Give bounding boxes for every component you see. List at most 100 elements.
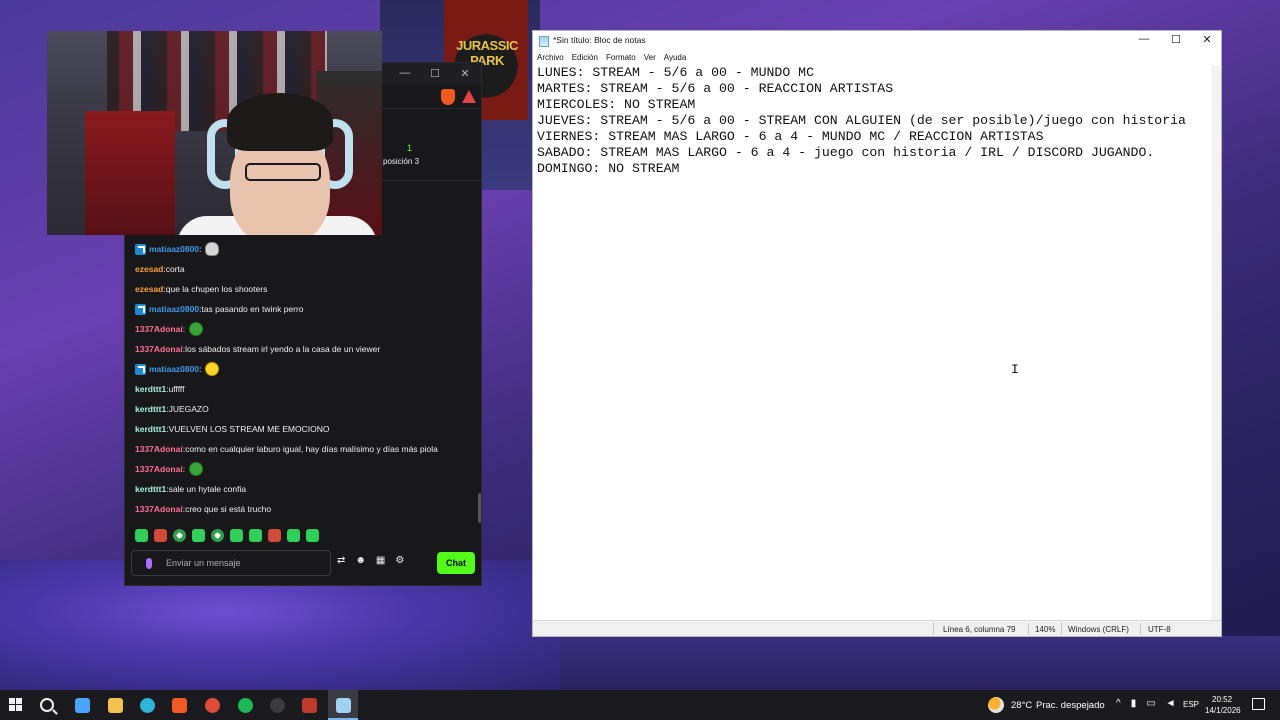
menu-archivo[interactable]: Archivo — [537, 51, 564, 65]
emote-icon[interactable] — [192, 529, 205, 542]
chat-username[interactable]: 1337Adonai — [135, 344, 183, 354]
emote-icon[interactable] — [249, 529, 262, 542]
emote-icon[interactable] — [230, 529, 243, 542]
brave-shield-icon[interactable] — [441, 89, 455, 105]
brave-icon[interactable] — [172, 698, 187, 713]
skull-emote-icon[interactable] — [205, 242, 220, 256]
chat-message: 1337Adonai: — [135, 319, 475, 339]
chat-message: kerdttt1: VUELVEN LOS STREAM ME EMOCIONO — [135, 419, 475, 439]
chat-username[interactable]: 1337Adonai — [135, 324, 183, 334]
chat-message: kerdttt1: JUEGAZO — [135, 399, 475, 419]
notepad-scrollbar[interactable] — [1211, 65, 1221, 621]
chat-message-text: los sábados stream irl yendo a la casa d… — [185, 344, 381, 354]
settings-icon[interactable]: ⚙ — [395, 555, 404, 566]
network-icon[interactable]: ▭ — [1146, 698, 1155, 709]
notification-icon[interactable] — [1252, 698, 1265, 710]
close-icon[interactable]: ✕ — [457, 67, 473, 80]
clock-date[interactable]: 14/1/2026 — [1205, 706, 1241, 715]
chat-separator: : — [199, 244, 202, 254]
microphone-icon[interactable] — [146, 558, 152, 569]
chat-input[interactable]: Enviar un mensaje — [131, 550, 331, 576]
status-separator — [1061, 623, 1062, 635]
weather-condition[interactable]: Prac. despejado — [1036, 700, 1105, 711]
subscriber-badge-icon[interactable] — [135, 303, 146, 315]
emote-icon[interactable] — [306, 529, 319, 542]
taskbar: 28°C Prac. despejado ^ ▮ ▭ ◄ ESP 20:52 1… — [0, 690, 1280, 720]
store-icon[interactable]: ▦ — [376, 555, 385, 566]
chat-message: 1337Adonai: — [135, 459, 475, 479]
obs-icon[interactable] — [270, 698, 285, 713]
chat-message: 1337Adonai: creo que si está trucho — [135, 499, 475, 519]
maximize-icon[interactable]: ☐ — [1161, 33, 1191, 46]
chat-message-text: ufffff — [168, 384, 185, 394]
input-language[interactable]: ESP — [1183, 700, 1199, 709]
chat-username[interactable]: 1337Adonai — [135, 444, 183, 454]
webcam-person-hair — [227, 93, 333, 151]
clock-time[interactable]: 20:52 — [1212, 695, 1232, 704]
chat-message-text: como en cualquier laburo igual, hay días… — [185, 444, 438, 454]
emote-icon[interactable] — [211, 529, 224, 542]
chat-message-text: creo que si está trucho — [185, 504, 272, 514]
minimize-icon[interactable]: — — [1129, 33, 1159, 45]
video-editor-icon[interactable] — [302, 698, 317, 713]
subscriber-badge-icon[interactable] — [135, 243, 146, 255]
chat-message-text: JUEGAZO — [168, 404, 209, 414]
menu-ver[interactable]: Ver — [644, 51, 656, 65]
maximize-icon[interactable]: ☐ — [427, 67, 443, 80]
chat-username[interactable]: ezesad — [135, 284, 163, 294]
queue-position: posición 3 — [383, 157, 420, 166]
yellow-emote-icon[interactable] — [205, 362, 220, 376]
chat-username[interactable]: kerdttt1 — [135, 404, 166, 414]
chrome-icon[interactable] — [205, 698, 220, 713]
chat-message-text: tas pasando en twink perro — [201, 304, 304, 314]
copilot-icon[interactable] — [75, 698, 90, 713]
chat-username[interactable]: kerdttt1 — [135, 484, 166, 494]
background-floor — [560, 636, 1280, 690]
emote-icon[interactable] — [173, 529, 186, 542]
chat-username[interactable]: kerdttt1 — [135, 424, 166, 434]
chat-username[interactable]: matiaaz0800 — [149, 244, 199, 254]
chat-message-list: matiaaz0800: ezesad: corta ezesad: que la… — [135, 239, 475, 519]
chat-send-button[interactable]: Chat — [437, 552, 475, 574]
microphone-icon[interactable]: ▮ — [1131, 698, 1137, 709]
emote-icon[interactable] — [268, 529, 281, 542]
chat-message: matiaaz0800: — [135, 239, 475, 259]
chat-username[interactable]: matiaaz0800 — [149, 364, 199, 374]
chat-message: ezesad: que la chupen los shooters — [135, 279, 475, 299]
emote-icon[interactable] — [135, 529, 148, 542]
menu-edicion[interactable]: Edición — [572, 51, 598, 65]
emote-icon[interactable] — [154, 529, 167, 542]
subscriber-badge-icon[interactable] — [135, 363, 146, 375]
file-explorer-icon[interactable] — [108, 698, 123, 713]
close-icon[interactable]: ✕ — [1192, 33, 1222, 46]
pepe-emote-icon[interactable] — [189, 322, 204, 336]
chat-username[interactable]: 1337Adonai — [135, 504, 183, 514]
menu-formato[interactable]: Formato — [606, 51, 636, 65]
chat-username[interactable]: kerdttt1 — [135, 384, 166, 394]
status-separator — [1028, 623, 1029, 635]
spotify-icon[interactable] — [238, 698, 253, 713]
chat-username[interactable]: ezesad — [135, 264, 163, 274]
chat-username[interactable]: 1337Adonai — [135, 464, 183, 474]
translate-icon[interactable]: ⇄ — [337, 555, 345, 566]
chat-scrollbar[interactable] — [478, 493, 481, 523]
chat-message: kerdttt1: ufffff — [135, 379, 475, 399]
chat-username[interactable]: matiaaz0800 — [149, 304, 199, 314]
edge-icon[interactable] — [140, 698, 155, 713]
weather-temperature[interactable]: 28°C — [1011, 700, 1032, 711]
chat-separator: : — [182, 464, 186, 474]
chevron-up-icon[interactable]: ^ — [1116, 698, 1121, 709]
alert-extension-icon[interactable] — [462, 90, 476, 103]
minimize-icon[interactable]: — — [397, 67, 413, 79]
volume-icon[interactable]: ◄ — [1166, 698, 1176, 709]
emoji-icon[interactable]: ☻ — [355, 555, 366, 566]
emote-icon[interactable] — [287, 529, 300, 542]
pepe-emote-icon[interactable] — [189, 462, 204, 476]
weather-icon[interactable] — [988, 697, 1004, 713]
search-icon[interactable] — [40, 698, 54, 712]
chat-separator: : — [182, 324, 186, 334]
menu-ayuda[interactable]: Ayuda — [664, 51, 687, 65]
notepad-icon[interactable] — [336, 698, 351, 713]
windows-start-icon[interactable] — [9, 698, 24, 713]
notepad-text-area[interactable]: LUNES: STREAM - 5/6 a 00 - MUNDO MC MART… — [537, 65, 1207, 621]
